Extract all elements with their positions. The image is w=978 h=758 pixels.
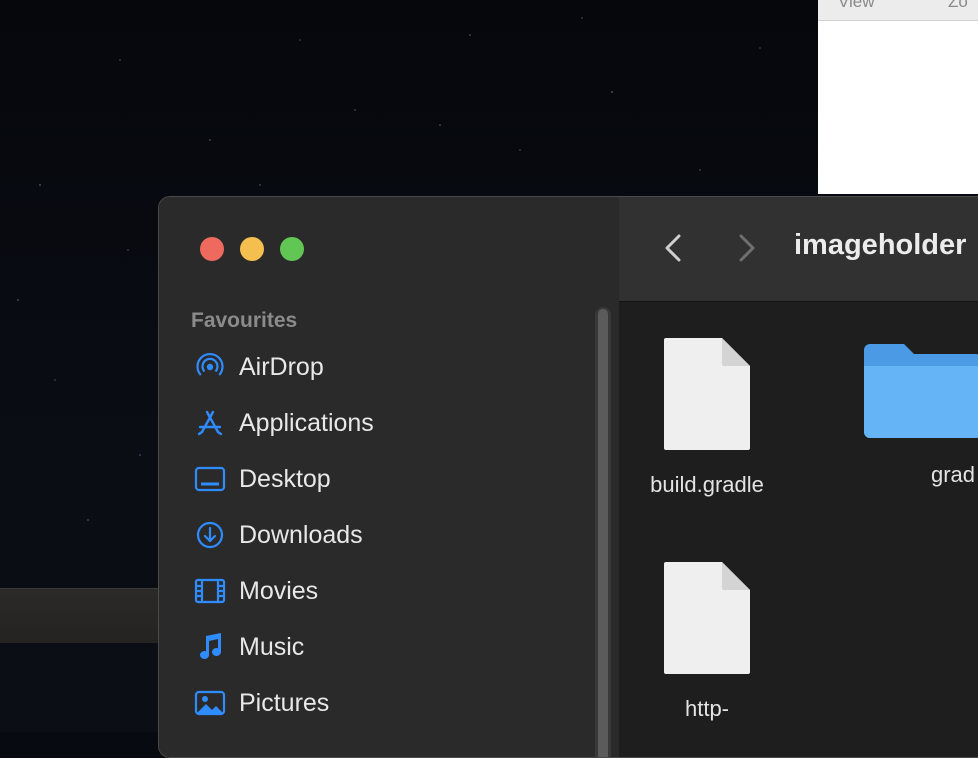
- sidebar-item-downloads[interactable]: Downloads: [193, 515, 583, 555]
- background-window-menubar: View Zo: [818, 0, 978, 21]
- close-button[interactable]: [200, 237, 224, 261]
- airdrop-icon: [193, 350, 227, 384]
- sidebar-item-applications[interactable]: Applications: [193, 403, 583, 443]
- sidebar-item-pictures[interactable]: Pictures: [193, 683, 583, 723]
- sidebar-section-favourites: Favourites: [191, 309, 298, 332]
- music-icon: [193, 630, 227, 664]
- menu-zoom[interactable]: Zo: [948, 0, 968, 12]
- sidebar-item-label: Desktop: [239, 464, 331, 493]
- back-button[interactable]: [659, 231, 689, 265]
- applications-icon: [193, 406, 227, 440]
- sidebar-item-movies[interactable]: Movies: [193, 571, 583, 611]
- file-name: grad: [931, 462, 976, 487]
- file-item[interactable]: http-: [622, 560, 792, 722]
- sidebar-scrollbar-thumb[interactable]: [598, 309, 608, 757]
- sidebar-item-label: Downloads: [239, 520, 363, 549]
- sidebar-item-label: Pictures: [239, 688, 330, 717]
- sidebar-item-label: Music: [239, 632, 305, 661]
- sidebar-item-label: AirDrop: [239, 352, 324, 381]
- sidebar-item-label: Movies: [239, 576, 319, 605]
- desktop-icon: [193, 462, 227, 496]
- background-window-strip: [0, 588, 170, 643]
- downloads-icon: [193, 518, 227, 552]
- window-title: imageholder: [794, 229, 967, 261]
- chevron-right-icon: [739, 234, 755, 262]
- background-window[interactable]: View Zo: [818, 0, 978, 194]
- file-grid: build.gradle grad http-: [619, 302, 978, 757]
- sidebar-item-desktop[interactable]: Desktop: [193, 459, 583, 499]
- folder-icon: [864, 344, 978, 438]
- file-item[interactable]: build.gradle: [622, 336, 792, 498]
- finder-window: Favourites AirDrop Applications Desktop …: [158, 196, 978, 758]
- toolbar: imageholder: [619, 197, 978, 302]
- sidebar-item-airdrop[interactable]: AirDrop: [193, 347, 583, 387]
- sidebar-item-music[interactable]: Music: [193, 627, 583, 667]
- forward-button[interactable]: [731, 231, 761, 265]
- menu-view[interactable]: View: [838, 0, 875, 12]
- document-icon: [664, 338, 750, 450]
- file-name: http-: [684, 696, 730, 721]
- document-icon: [664, 562, 750, 674]
- file-name: build.gradle: [650, 472, 764, 497]
- chevron-left-icon: [665, 234, 681, 262]
- movies-icon: [193, 574, 227, 608]
- pictures-icon: [193, 686, 227, 720]
- sidebar: Favourites AirDrop Applications Desktop …: [159, 197, 620, 757]
- zoom-button[interactable]: [280, 237, 304, 261]
- sidebar-item-label: Applications: [239, 408, 374, 437]
- file-item[interactable]: grad: [864, 336, 978, 488]
- minimize-button[interactable]: [240, 237, 264, 261]
